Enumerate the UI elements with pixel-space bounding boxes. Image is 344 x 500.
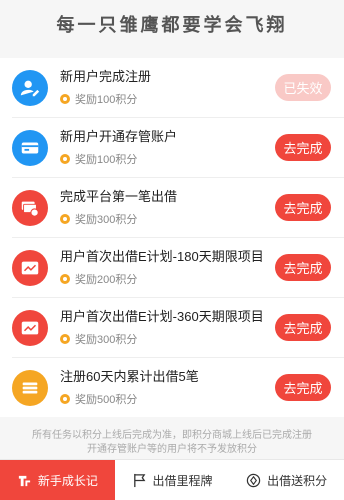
task-title: 注册60天内累计出借5笔: [60, 368, 199, 384]
task-item: 新用户完成注册 奖励100积分 已失效: [12, 58, 344, 118]
task-title: 新用户完成注册: [60, 68, 152, 84]
tab-milestone[interactable]: 出借里程牌: [115, 460, 230, 500]
task-complete-button[interactable]: 去完成: [275, 134, 331, 161]
task-item: 新用户开通存管账户 奖励100积分 去完成: [12, 118, 344, 178]
task-reward: 奖励500积分: [75, 393, 138, 406]
task-complete-button[interactable]: 去完成: [275, 314, 331, 341]
bottom-tabbar: 新手成长记 出借里程牌 出借送积分: [0, 459, 344, 500]
points-icon: [246, 473, 261, 487]
task-reward: 奖励100积分: [75, 153, 138, 166]
tab-label: 新手成长记: [37, 473, 98, 488]
tab-label: 出借里程牌: [152, 473, 213, 488]
tab-growth[interactable]: 新手成长记: [0, 460, 115, 500]
page-slogan: 每一只雏鹰都要学会飞翔: [56, 15, 288, 35]
coin-icon: [60, 93, 70, 104]
coin-icon: [60, 333, 70, 344]
task-list: 新用户完成注册 奖励100积分 已失效 新用户开通存管账户 奖励100积分 去完…: [0, 58, 344, 417]
task-expired-button[interactable]: 已失效: [275, 74, 331, 101]
task-reward: 奖励300积分: [75, 213, 138, 226]
footer-notice: 所有任务以积分上线后完成为准，即积分商城上线后已完成注册开通存管账户等的用户将不…: [32, 430, 312, 455]
chart-icon: [12, 249, 48, 286]
task-title: 用户首次出借E计划-360天期限项目: [60, 308, 264, 324]
flag-icon: [133, 473, 145, 487]
coin-stack-icon: [12, 369, 48, 406]
task-reward: 奖励200积分: [75, 273, 138, 286]
task-reward: 奖励300积分: [75, 333, 138, 346]
task-title: 用户首次出借E计划-180天期限项目: [60, 248, 264, 264]
money-stack-icon: [12, 189, 48, 226]
user-edit-icon: [12, 69, 48, 106]
task-item: 注册60天内累计出借5笔 奖励500积分 去完成: [12, 358, 344, 417]
tab-points[interactable]: 出借送积分: [229, 460, 344, 500]
task-item: 用户首次出借E计划-180天期限项目 奖励200积分 去完成: [12, 238, 344, 298]
card-icon: [12, 129, 48, 166]
task-complete-button[interactable]: 去完成: [275, 194, 331, 221]
growth-icon: [18, 475, 30, 486]
coin-icon: [60, 273, 70, 284]
task-reward: 奖励100积分: [75, 93, 138, 106]
task-title: 新用户开通存管账户: [60, 128, 178, 144]
task-complete-button[interactable]: 去完成: [275, 254, 331, 281]
task-title: 完成平台第一笔出借: [60, 188, 178, 204]
coin-icon: [60, 153, 70, 164]
task-item: 完成平台第一笔出借 奖励300积分 去完成: [12, 178, 344, 238]
task-item: 用户首次出借E计划-360天期限项目 奖励300积分 去完成: [12, 298, 344, 358]
task-complete-button[interactable]: 去完成: [275, 374, 331, 401]
tab-label: 出借送积分: [267, 473, 328, 488]
coin-icon: [60, 213, 70, 224]
chart-icon: [12, 309, 48, 346]
coin-icon: [60, 393, 70, 404]
